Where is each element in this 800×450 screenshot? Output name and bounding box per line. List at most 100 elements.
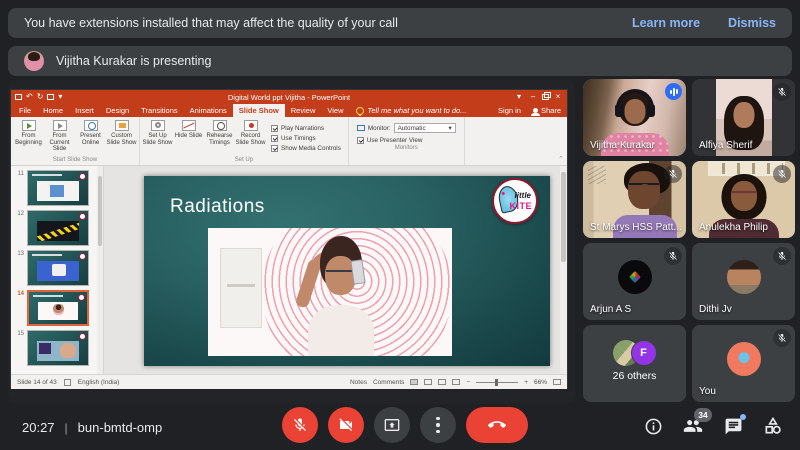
zoom-out-icon[interactable]: − (466, 379, 470, 386)
from-current-slide-button[interactable]: From Current Slide (44, 120, 75, 153)
camera-off-button[interactable] (328, 407, 364, 443)
window-title: Digital World ppt Vijitha - PowerPoint (103, 93, 475, 102)
mic-off-button[interactable] (282, 407, 318, 443)
video-tile-alfiya-sherif[interactable]: Alfiya Sherif (692, 79, 795, 156)
end-call-button[interactable] (466, 407, 528, 443)
start-slideshow-icon[interactable] (47, 94, 54, 100)
video-tile-you[interactable]: You (692, 325, 795, 402)
hide-slide-icon (182, 120, 196, 131)
notes-button[interactable]: Notes (350, 379, 367, 386)
language-label[interactable]: English (India) (78, 379, 120, 386)
set-up-slide-show-button[interactable]: Set Up Slide Show (142, 120, 173, 146)
participants-button[interactable]: 34 (682, 415, 704, 437)
monitor-dropdown[interactable]: Automatic ▾ (394, 123, 456, 133)
learn-more-link[interactable]: Learn more (632, 16, 700, 30)
person-icon (533, 108, 538, 113)
sign-in-button[interactable]: Sign in (492, 104, 527, 117)
rehearse-timings-icon (213, 120, 227, 131)
use-presenter-view-checkbox[interactable]: Use Presenter View (357, 137, 456, 144)
record-slide-show-button[interactable]: Record Slide Show (235, 120, 266, 146)
slide-thumbnail-15[interactable] (27, 330, 89, 366)
participant-name: You (699, 386, 716, 397)
dismiss-link[interactable]: Dismiss (728, 16, 776, 30)
ribbon-tab-bar: File Home Insert Design Transitions Anim… (11, 104, 567, 117)
fit-slide-icon[interactable] (553, 379, 561, 385)
zoom-in-icon[interactable]: + (524, 379, 528, 386)
meeting-info: 20:27 | bun-bmtd-omp (22, 420, 162, 435)
tab-file[interactable]: File (13, 104, 37, 117)
kite-logo-dot (79, 173, 86, 180)
slide-thumbnail-panel[interactable]: 11 12 13 14 15 (11, 166, 104, 374)
more-options-button[interactable] (420, 407, 456, 443)
tab-design[interactable]: Design (100, 104, 135, 117)
mic-off-icon (773, 165, 791, 183)
set-up-slide-show-icon (151, 120, 165, 131)
mic-off-icon (664, 165, 682, 183)
canvas-scrollbar[interactable] (560, 166, 567, 374)
checkbox-checked-icon (271, 125, 278, 132)
save-icon[interactable] (15, 94, 22, 100)
tab-transitions[interactable]: Transitions (135, 104, 183, 117)
chat-button[interactable] (722, 415, 744, 437)
video-tile-others[interactable]: F 26 others (583, 325, 686, 402)
presenting-banner-text: Vijitha Kurakar is presenting (56, 54, 211, 68)
qat-customize-caret-icon[interactable]: ▾ (58, 93, 62, 101)
activities-button[interactable] (762, 415, 784, 437)
presenter-avatar (24, 51, 44, 71)
hide-slide-button[interactable]: Hide Slide (173, 120, 204, 140)
collapse-ribbon-icon[interactable]: ⌃ (558, 155, 564, 163)
custom-slide-show-icon (115, 120, 129, 131)
present-online-button[interactable]: Present Online (75, 120, 106, 146)
share-button[interactable]: Share (527, 104, 567, 117)
present-online-icon (84, 120, 98, 131)
restore-icon[interactable] (542, 94, 549, 100)
presenting-banner: Vijitha Kurakar is presenting (8, 46, 792, 76)
slide-thumbnail-12[interactable] (27, 210, 89, 246)
play-narrations-checkbox[interactable]: Play Narrations (271, 125, 341, 132)
ribbon-display-options-icon[interactable]: ▾ (514, 92, 524, 102)
group-monitors: Monitor: Automatic ▾ Use Presenter View … (349, 117, 465, 165)
screenshare-stage[interactable]: ↶ ↻ ▾ Digital World ppt Vijitha - PowerP… (8, 80, 575, 404)
video-tile-vijitha-kurakar[interactable]: Vijitha Kurakar (583, 79, 686, 156)
video-tile-anulekha-philip[interactable]: Anulekha Philip (692, 161, 795, 238)
reading-view-icon[interactable] (438, 379, 446, 385)
from-beginning-button[interactable]: From Beginning (13, 120, 44, 146)
video-tile-arjun-a-s[interactable]: Arjun A S (583, 243, 686, 320)
normal-view-icon[interactable] (410, 379, 418, 385)
meeting-details-button[interactable] (642, 415, 664, 437)
slide-thumbnail-11[interactable] (27, 170, 89, 206)
tab-home[interactable]: Home (37, 104, 69, 117)
present-button[interactable] (374, 407, 410, 443)
thumbnail-scrollbar[interactable] (97, 166, 103, 374)
show-media-controls-checkbox[interactable]: Show Media Controls (271, 145, 341, 152)
undo-icon[interactable]: ↶ (26, 93, 33, 101)
slide-sorter-view-icon[interactable] (424, 379, 432, 385)
close-icon[interactable]: × (553, 92, 563, 102)
slide-canvas[interactable]: Radiations little KITE (104, 166, 567, 374)
zoom-level[interactable]: 66% (534, 379, 547, 386)
comments-button[interactable]: Comments (373, 379, 404, 386)
kite-logo-dot (78, 294, 85, 301)
tab-slide-show[interactable]: Slide Show (233, 104, 285, 117)
slide-title: Radiations (170, 196, 265, 218)
custom-slide-show-button[interactable]: Custom Slide Show (106, 120, 137, 146)
slideshow-view-icon[interactable] (452, 379, 460, 385)
participant-count-badge: 34 (694, 408, 712, 422)
group-label: Monitors (349, 144, 464, 153)
minimize-icon[interactable]: – (528, 92, 538, 102)
tab-insert[interactable]: Insert (69, 104, 100, 117)
tab-view[interactable]: View (321, 104, 349, 117)
rehearse-timings-button[interactable]: Rehearse Timings (204, 120, 235, 146)
little-kite-logo: little KITE (492, 178, 538, 224)
tell-me-box[interactable]: Tell me what you want to do... (349, 104, 473, 117)
slide-thumbnail-14-selected[interactable] (27, 290, 89, 326)
slide-number: 15 (12, 330, 24, 337)
slide-thumbnail-13[interactable] (27, 250, 89, 286)
video-tile-dithi-jv[interactable]: Dithi Jv (692, 243, 795, 320)
video-tile-st-marys[interactable]: St Marys HSS Patt... (583, 161, 686, 238)
use-timings-checkbox[interactable]: Use Timings (271, 135, 341, 142)
zoom-slider[interactable] (476, 382, 518, 383)
tab-review[interactable]: Review (285, 104, 322, 117)
tab-animations[interactable]: Animations (184, 104, 233, 117)
redo-icon[interactable]: ↻ (37, 93, 44, 101)
